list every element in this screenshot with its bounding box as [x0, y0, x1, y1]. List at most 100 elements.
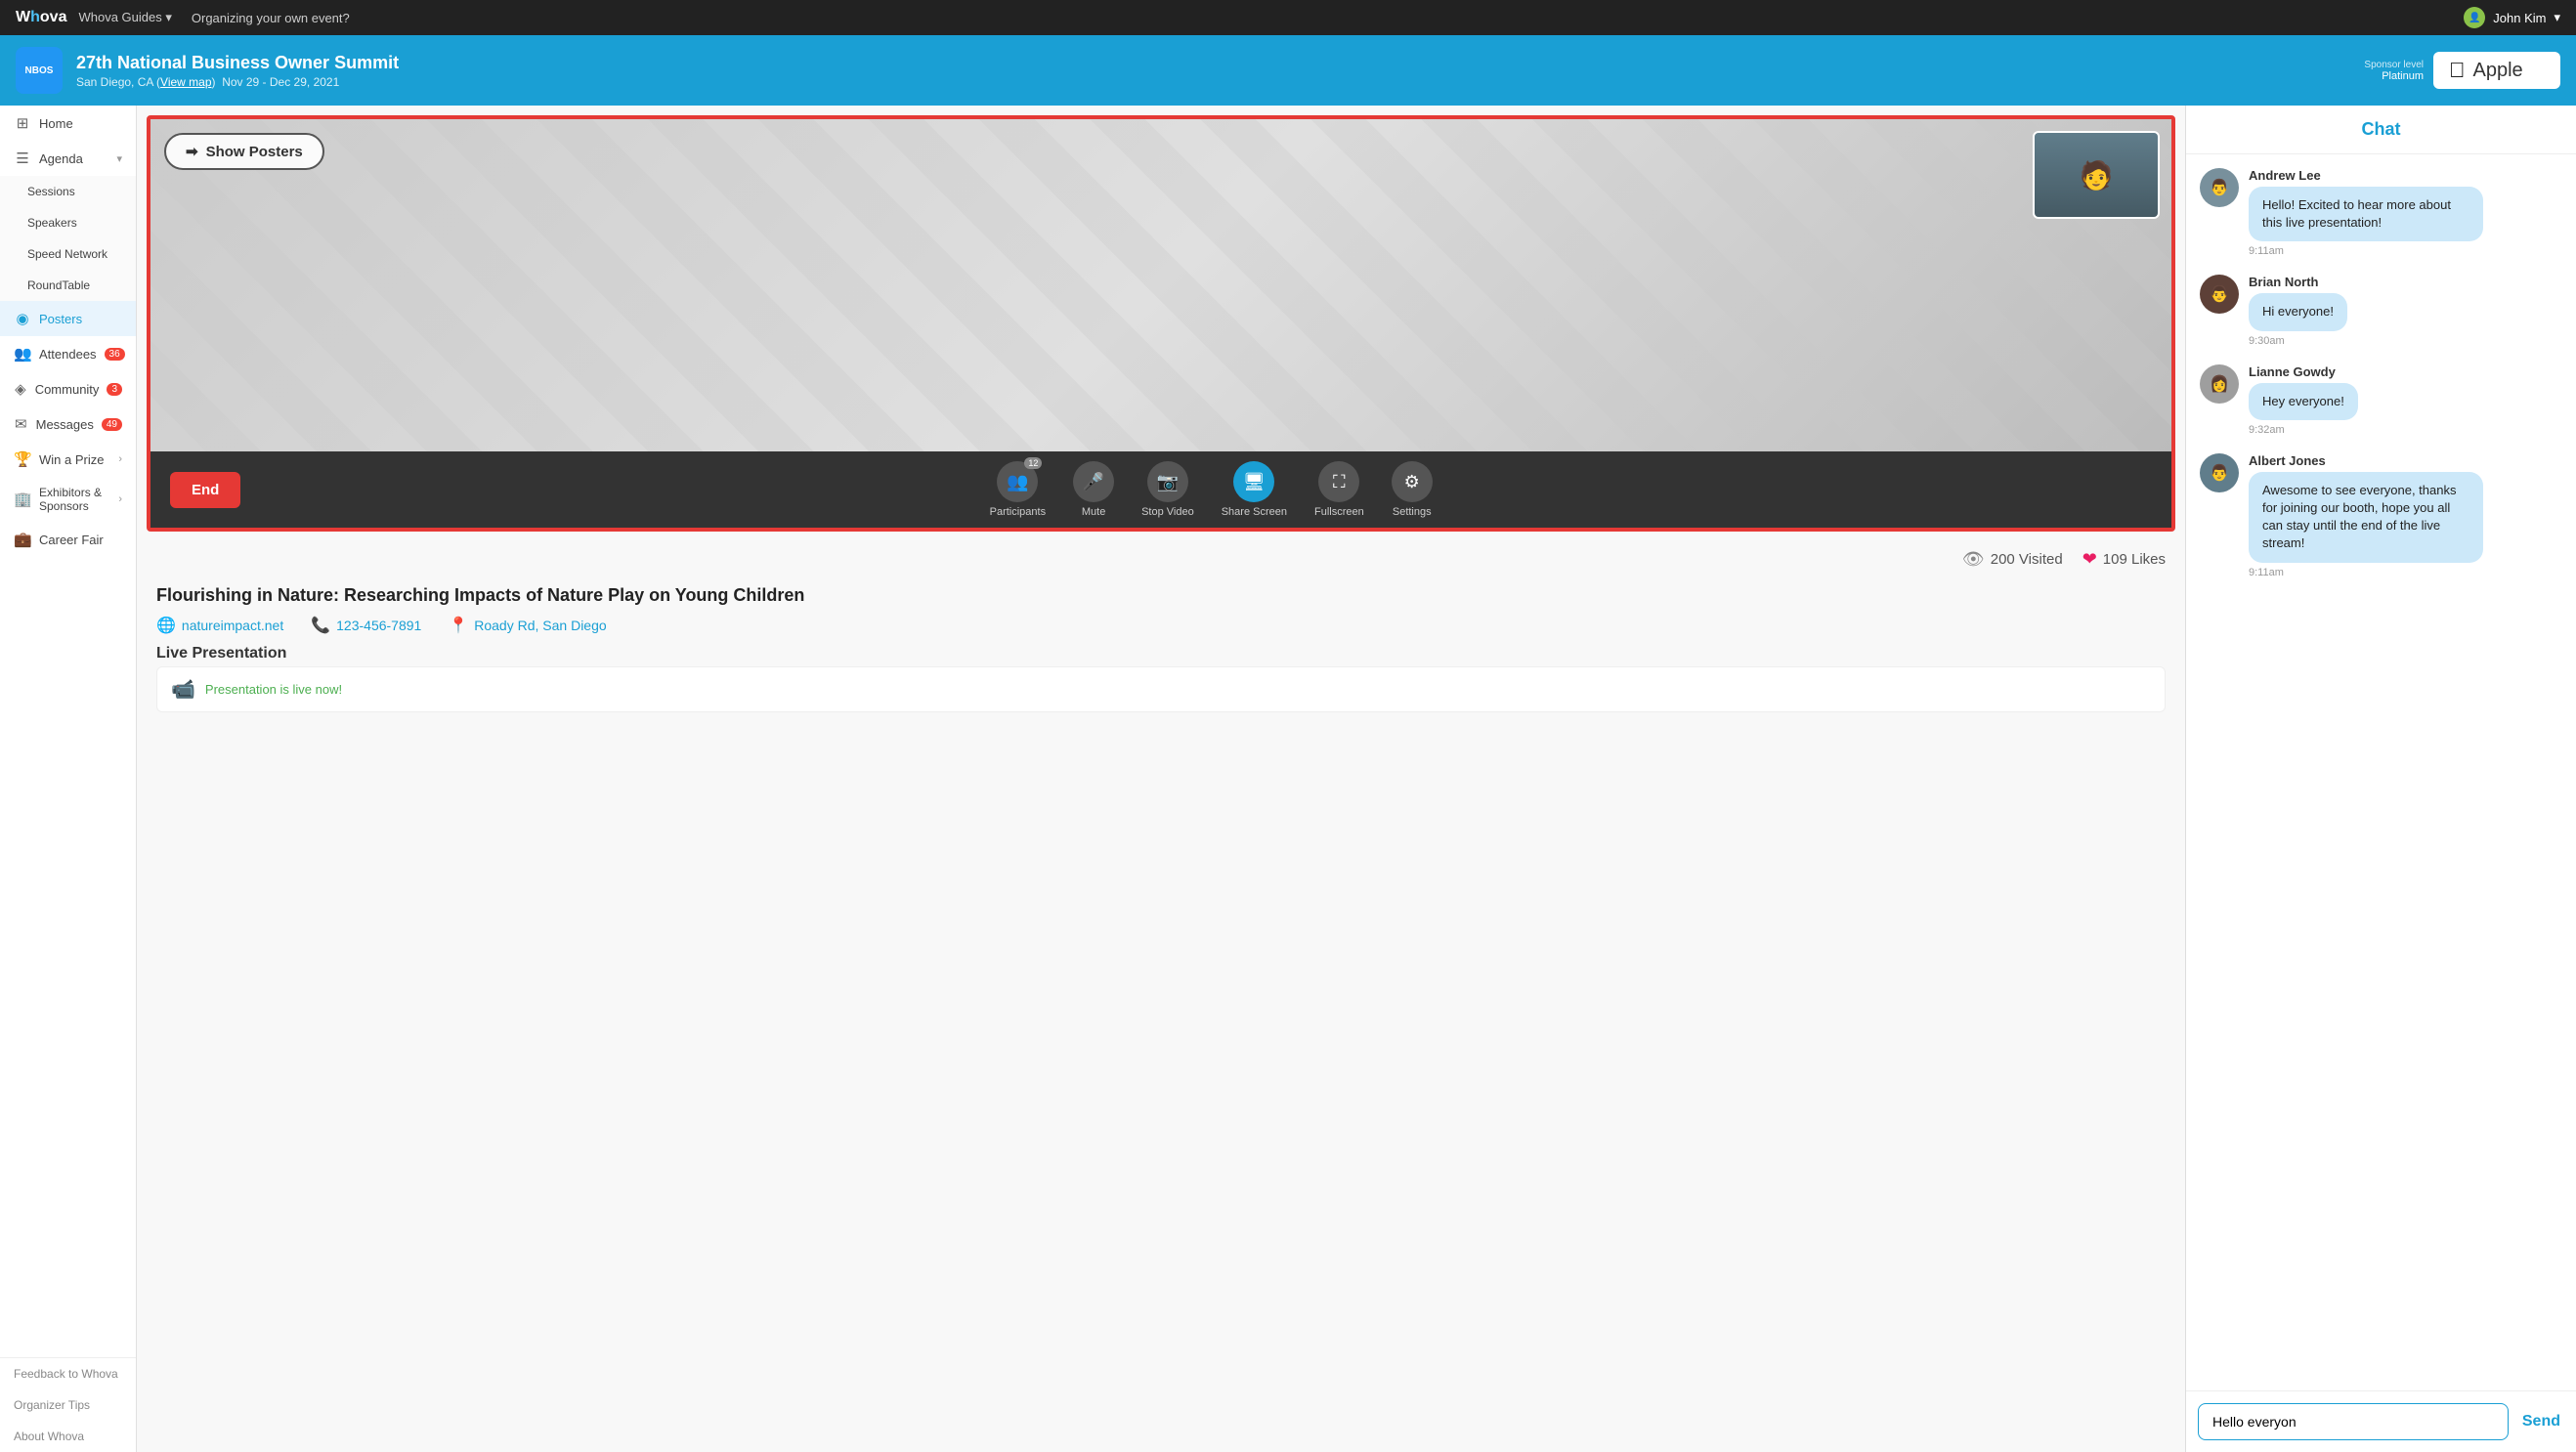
chat-content-4: Albert Jones Awesome to see everyone, th… — [2249, 453, 2562, 578]
chat-content-1: Andrew Lee Hello! Excited to hear more a… — [2249, 168, 2562, 257]
sidebar-item-attendees[interactable]: 👥 Attendees 36 — [0, 336, 136, 371]
stop-video-button[interactable]: 📷 Stop Video — [1141, 461, 1194, 518]
fullscreen-button[interactable]: ⛶ Fullscreen — [1314, 461, 1364, 518]
chat-bubble-2: Hi everyone! — [2249, 293, 2347, 330]
session-links: 🌐 natureimpact.net 📞 123-456-7891 📍 Road… — [156, 616, 2166, 635]
sidebar-item-about[interactable]: About Whova — [0, 1421, 136, 1452]
show-posters-button[interactable]: ➡ Show Posters — [164, 133, 324, 170]
sidebar-bottom: Feedback to Whova Organizer Tips About W… — [0, 1357, 136, 1452]
show-posters-arrow-icon: ➡ — [186, 143, 198, 160]
content-area: ➡ Show Posters 🧑 End 👥 12 Participants — [137, 106, 2185, 1452]
chat-header: Chat — [2186, 106, 2576, 154]
controls-group: 👥 12 Participants 🎤 Mute 📷 Stop Video — [270, 461, 2152, 518]
chat-avatar-lianne: 👩 — [2200, 364, 2239, 404]
sidebar-item-win-prize[interactable]: 🏆 Win a Prize › — [0, 442, 136, 477]
view-map-link[interactable]: View map — [160, 75, 211, 89]
sidebar-item-speakers[interactable]: Speakers — [0, 207, 136, 238]
agenda-chevron-icon: ▾ — [116, 152, 122, 165]
sidebar-item-sessions[interactable]: Sessions — [0, 176, 136, 207]
chat-panel: Chat 👨 Andrew Lee Hello! Excited to hear… — [2185, 106, 2576, 1452]
sponsor-area: Sponsor level Platinum  Apple — [2364, 52, 2560, 89]
sidebar-item-career-fair[interactable]: 💼 Career Fair — [0, 522, 136, 557]
globe-icon: 🌐 — [156, 616, 176, 635]
sidebar-item-community[interactable]: ◈ Community 3 — [0, 371, 136, 406]
likes-count: 109 Likes — [2103, 551, 2166, 568]
video-main: ➡ Show Posters 🧑 — [150, 119, 2171, 451]
pip-video: 🧑 — [2033, 131, 2160, 219]
posters-icon: ◉ — [14, 310, 31, 327]
video-background — [150, 119, 2171, 451]
video-controls: End 👥 12 Participants 🎤 Mute 📷 — [150, 451, 2171, 528]
exhibitors-chevron-icon: › — [118, 493, 122, 505]
fullscreen-icon: ⛶ — [1318, 461, 1359, 502]
career-icon: 💼 — [14, 531, 31, 548]
phone-link[interactable]: 📞 123-456-7891 — [311, 616, 421, 635]
sidebar-item-home[interactable]: ⊞ Home — [0, 106, 136, 141]
chat-message-2: 👨 Brian North Hi everyone! 9:30am — [2200, 275, 2562, 346]
sidebar-item-exhibitors[interactable]: 🏢 Exhibitors & Sponsors › — [0, 477, 136, 522]
exhibitors-icon: 🏢 — [14, 491, 31, 508]
chat-bubble-1: Hello! Excited to hear more about this l… — [2249, 187, 2483, 241]
user-menu[interactable]: 👤 John Kim ▾ — [2464, 7, 2560, 28]
session-title: Flourishing in Nature: Researching Impac… — [156, 585, 2166, 606]
sidebar-item-agenda[interactable]: ☰ Agenda ▾ — [0, 141, 136, 176]
sponsor-name: Apple — [2473, 60, 2523, 82]
chat-bubble-4: Awesome to see everyone, thanks for join… — [2249, 472, 2483, 563]
stats-row: 👁 200 Visited ❤ 109 Likes — [137, 541, 2185, 577]
end-button[interactable]: End — [170, 472, 240, 508]
stop-video-label: Stop Video — [1141, 506, 1194, 518]
home-icon: ⊞ — [14, 114, 31, 132]
attendees-icon: 👥 — [14, 345, 31, 363]
participants-label: Participants — [990, 506, 1046, 518]
chat-bubble-3: Hey everyone! — [2249, 383, 2358, 420]
pip-person: 🧑 — [2035, 133, 2158, 217]
chat-content-2: Brian North Hi everyone! 9:30am — [2249, 275, 2562, 346]
chat-time-1: 9:11am — [2249, 245, 2562, 257]
organizing-link[interactable]: Organizing your own event? — [192, 11, 350, 25]
messages-icon: ✉ — [14, 415, 28, 433]
community-badge: 3 — [107, 383, 122, 396]
settings-button[interactable]: ⚙ Settings — [1392, 461, 1433, 518]
event-title: 27th National Business Owner Summit — [76, 53, 399, 73]
eye-icon: 👁 — [1962, 549, 1985, 570]
share-screen-button[interactable]: 🖥 Share Screen — [1222, 461, 1287, 518]
mute-icon: 🎤 — [1073, 461, 1114, 502]
chat-input-area: Send — [2186, 1390, 2576, 1452]
whova-guides-menu[interactable]: Whova Guides ▾ — [78, 10, 171, 25]
user-avatar: 👤 — [2464, 7, 2485, 28]
send-button[interactable]: Send — [2518, 1405, 2564, 1438]
sidebar-item-speed-network[interactable]: Speed Network — [0, 238, 136, 270]
main-layout: ⊞ Home ☰ Agenda ▾ Sessions Speakers Spee… — [0, 106, 2576, 1452]
sidebar-item-organizer-tips[interactable]: Organizer Tips — [0, 1389, 136, 1421]
live-status-text: Presentation is live now! — [205, 682, 342, 697]
chat-input[interactable] — [2198, 1403, 2509, 1440]
user-chevron: ▾ — [2554, 10, 2560, 25]
community-icon: ◈ — [14, 380, 27, 398]
agenda-icon: ☰ — [14, 149, 31, 167]
sponsor-badge[interactable]:  Apple — [2433, 52, 2560, 89]
user-name: John Kim — [2493, 11, 2546, 25]
heart-icon: ❤ — [2082, 549, 2097, 570]
participants-badge: 12 — [1024, 457, 1042, 469]
mute-label: Mute — [1082, 506, 1105, 518]
prize-chevron-icon: › — [118, 453, 122, 465]
live-status-icon: 📹 — [171, 677, 195, 702]
attendees-badge: 36 — [105, 348, 125, 361]
location-link[interactable]: 📍 Roady Rd, San Diego — [449, 616, 606, 635]
mute-button[interactable]: 🎤 Mute — [1073, 461, 1114, 518]
sidebar-item-roundtable[interactable]: RoundTable — [0, 270, 136, 301]
sidebar-item-feedback[interactable]: Feedback to Whova — [0, 1358, 136, 1389]
participants-icon: 👥 12 — [997, 461, 1038, 502]
website-link[interactable]: 🌐 natureimpact.net — [156, 616, 283, 635]
whova-logo[interactable]: Whova — [16, 9, 66, 26]
sidebar-item-posters[interactable]: ◉ Posters — [0, 301, 136, 336]
share-screen-icon: 🖥 — [1233, 461, 1274, 502]
sidebar-item-messages[interactable]: ✉ Messages 49 — [0, 406, 136, 442]
phone-icon: 📞 — [311, 616, 330, 635]
likes-stat: ❤ 109 Likes — [2082, 549, 2166, 570]
chat-avatar-brian: 👨 — [2200, 275, 2239, 314]
chat-avatar-albert: 👨 — [2200, 453, 2239, 492]
sidebar: ⊞ Home ☰ Agenda ▾ Sessions Speakers Spee… — [0, 106, 137, 1452]
participants-button[interactable]: 👥 12 Participants — [990, 461, 1046, 518]
sidebar-submenu-agenda: Sessions Speakers Speed Network RoundTab… — [0, 176, 136, 301]
